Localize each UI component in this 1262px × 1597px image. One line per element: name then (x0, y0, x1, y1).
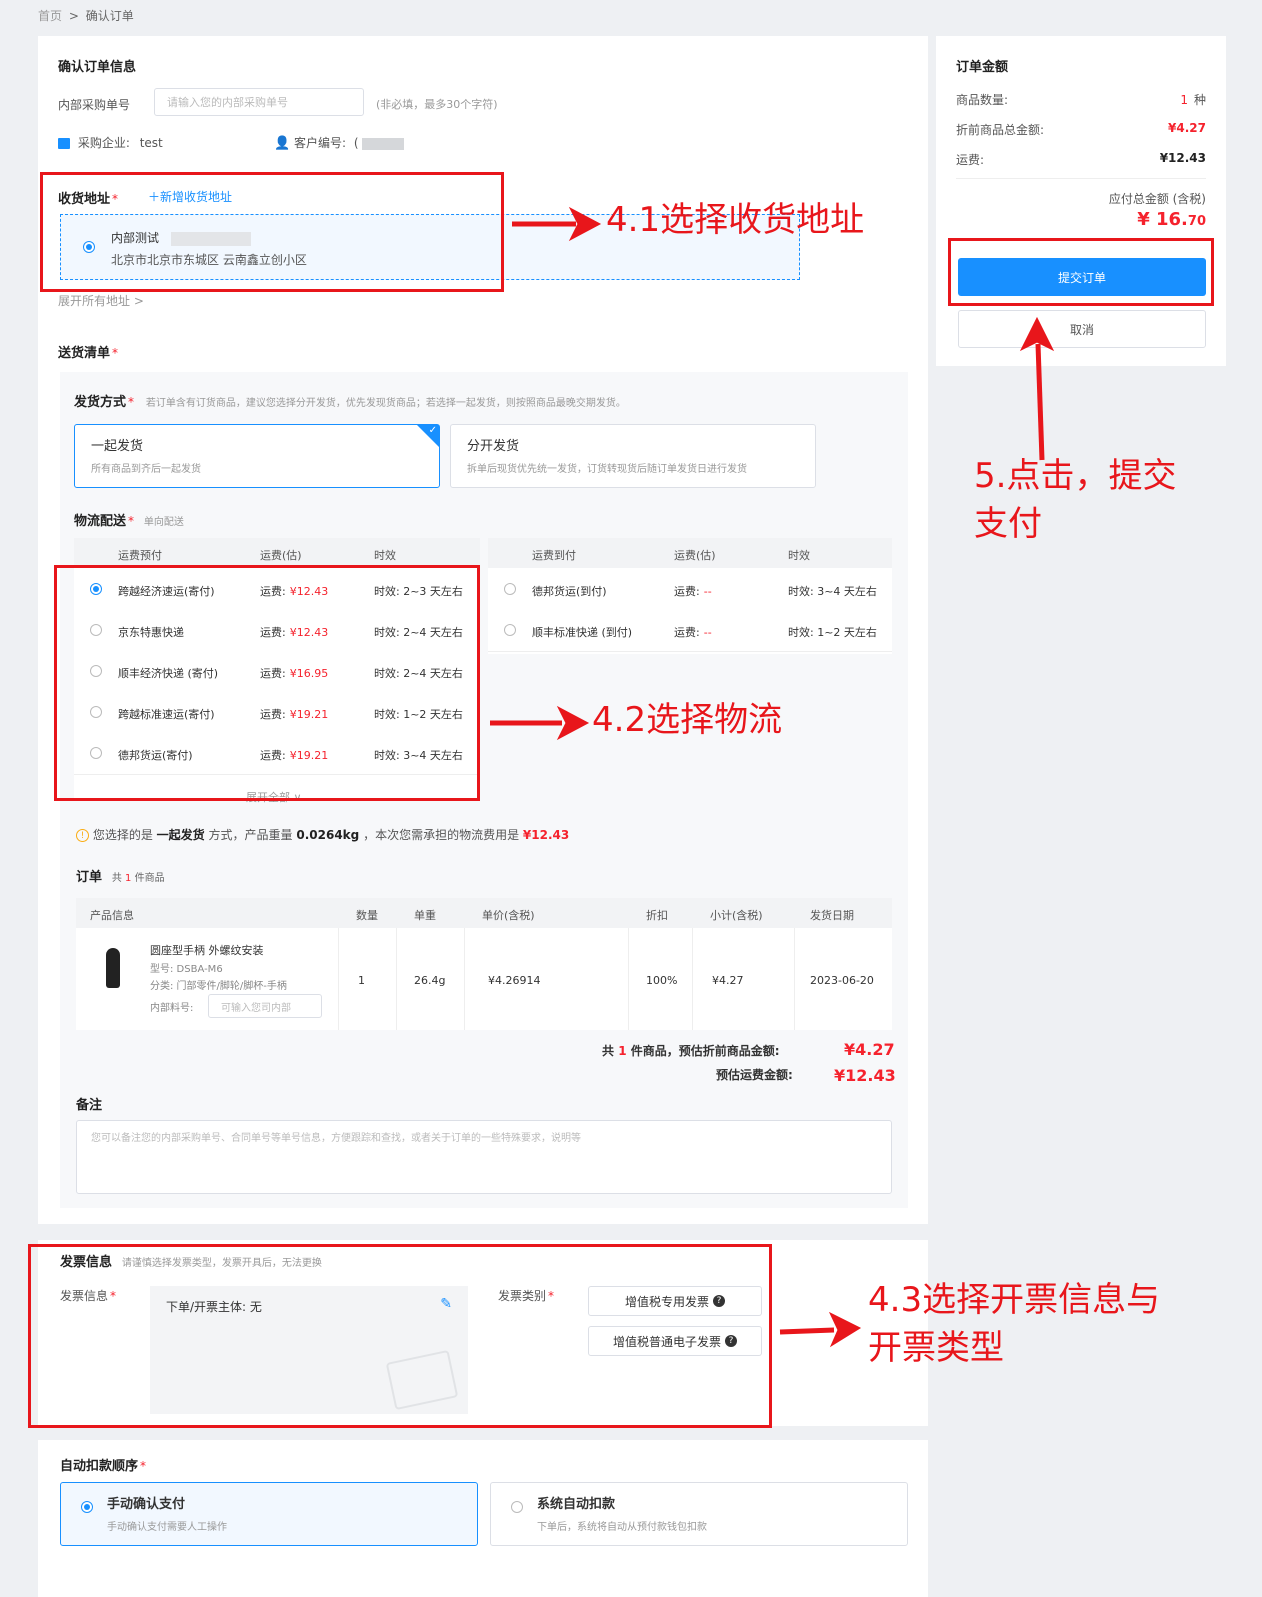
annotation-submit-1: 5.点击，提交 (974, 456, 1177, 496)
annotation-invoice-2: 开票类型 (868, 1328, 1004, 1368)
annotation-address: 4.1选择收货地址 (606, 200, 865, 240)
annotation-submit-2: 支付 (974, 504, 1042, 544)
annotation-invoice-1: 4.3选择开票信息与 (868, 1280, 1161, 1320)
annotation-logistics: 4.2选择物流 (592, 700, 783, 740)
